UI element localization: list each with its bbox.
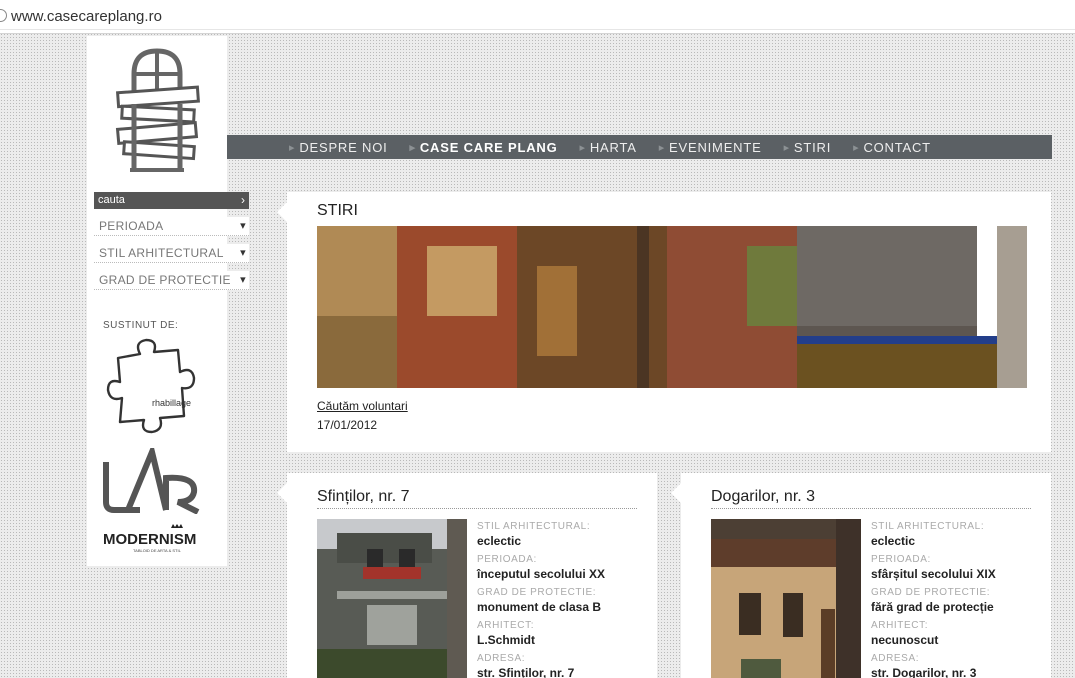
panel-tab-arrow: [671, 483, 681, 503]
browser-address-bar[interactable]: www.casecareplang.ro: [0, 0, 1075, 34]
spec-value: str. Sfinților, nr. 7: [477, 666, 575, 678]
nav-item-label: DESPRE NOI: [299, 139, 388, 155]
spec-value: str. Dogarilor, nr. 3: [871, 666, 977, 678]
svg-text:rhabillage: rhabillage: [152, 398, 191, 408]
spec-label: ARHITECT:: [871, 620, 929, 631]
spec-label: ARHITECT:: [477, 620, 535, 631]
nav-separator-icon: ▸: [409, 141, 416, 154]
rhabillage-logo[interactable]: rhabillage: [100, 336, 205, 446]
chevron-down-icon: ▾: [240, 274, 246, 286]
nav-separator-icon: ▸: [783, 141, 790, 154]
url-text[interactable]: www.casecareplang.ro: [11, 8, 162, 25]
filter-label: STIL ARHITECTURAL: [99, 246, 224, 260]
nav-item[interactable]: ▸ HARTA: [580, 140, 637, 155]
address-bar-divider: [0, 29, 1075, 30]
spec-label: PERIOADA:: [871, 554, 931, 565]
news-date: 17/01/2012: [317, 418, 378, 432]
spec-label: ADRESA:: [871, 653, 920, 664]
nav-item-label: EVENIMENTE: [669, 139, 762, 155]
spec-value: L.Schmidt: [477, 633, 536, 647]
spec-value: necunoscut: [871, 633, 939, 647]
house-photo[interactable]: [711, 519, 861, 678]
nav-separator-icon: ▸: [579, 141, 586, 154]
chevron-down-icon: ▾: [240, 220, 246, 232]
nav-item[interactable]: ▸ STIRI: [784, 140, 832, 155]
news-panel: STIRI Căutăm voluntari 17/01/2012: [277, 192, 1051, 452]
spec-label: GRAD DE PROTECTIE:: [871, 587, 991, 598]
filter-perioada[interactable]: PERIOADA ▾: [94, 217, 249, 236]
supported-by-label: SUSTINUT DE:: [103, 320, 179, 331]
spec-value: monument de clasa B: [477, 600, 602, 614]
globe-icon: [0, 9, 7, 22]
news-heading: STIRI: [317, 202, 358, 219]
nav-separator-icon: ▸: [853, 141, 860, 154]
uar-logo[interactable]: [100, 448, 205, 514]
house-card[interactable]: Dogarilor, nr. 3 STIL ARHITECTURAL: eclec…: [671, 473, 1051, 678]
nav-item-label: CONTACT: [863, 139, 931, 155]
house-photo[interactable]: [317, 519, 467, 678]
house-title[interactable]: Dogarilor, nr. 3: [711, 488, 1031, 509]
chevron-right-icon: ›: [241, 193, 245, 207]
nav-separator-icon: ▸: [289, 141, 296, 154]
chevron-down-icon: ▾: [240, 247, 246, 259]
side-menu: cauta › PERIOADA ▾ STIL ARHITECTURAL ▾ G…: [94, 192, 249, 290]
nav-separator-icon: ▸: [658, 141, 666, 154]
nav-item[interactable]: ▸ CASE CARE PLANG: [410, 140, 558, 155]
site-logo[interactable]: [112, 46, 202, 176]
nav-item-label: STIRI: [793, 139, 832, 155]
search-toggle[interactable]: cauta ›: [94, 192, 249, 209]
spec-value: începutul secolului XX: [477, 567, 606, 581]
search-label: cauta: [98, 194, 125, 206]
house-card[interactable]: Sfinților, nr. 7 STIL ARHITECTURAL: eclec…: [277, 473, 657, 678]
house-title[interactable]: Sfinților, nr. 7: [317, 488, 637, 509]
nav-item[interactable]: ▸ DESPRE NOI: [289, 140, 388, 155]
filter-grad-protectie[interactable]: GRAD DE PROTECTIE ▾: [94, 271, 249, 290]
panel-tab-arrow: [277, 483, 287, 503]
spec-label: PERIOADA:: [477, 554, 537, 565]
filter-label: PERIOADA: [99, 219, 164, 233]
spec-label: STIL ARHITECTURAL:: [871, 521, 985, 532]
house-specs: STIL ARHITECTURAL: eclectic PERIOADA: sfârș…: [871, 520, 1036, 678]
panel-tab-arrow: [277, 202, 287, 222]
spec-label: STIL ARHITECTURAL:: [477, 521, 591, 532]
svg-text:MODERNISM: MODERNISM: [103, 531, 196, 548]
news-photo[interactable]: [317, 226, 1027, 388]
nav-item[interactable]: ▸ EVENIMENTE: [659, 140, 762, 155]
nav-item-label: CASE CARE PLANG: [419, 139, 558, 155]
filter-label: GRAD DE PROTECTIE: [99, 273, 231, 287]
spec-value: eclectic: [477, 534, 522, 548]
news-article-link[interactable]: Căutăm voluntari: [317, 399, 408, 413]
main-nav: ▸ DESPRE NOI ▸ CASE CARE PLANG ▸ HARTA ▸ EVENIM…: [227, 135, 1052, 159]
spec-value: sfârșitul secolului XIX: [871, 567, 996, 581]
svg-text:TABLOID DE ARTA & STIL: TABLOID DE ARTA & STIL: [133, 548, 182, 553]
spec-value: fără grad de protecție: [871, 600, 994, 614]
spec-value: eclectic: [871, 534, 916, 548]
spec-label: ADRESA:: [477, 653, 526, 664]
spec-label: GRAD DE PROTECTIE:: [477, 587, 597, 598]
house-specs: STIL ARHITECTURAL: eclectic PERIOADA: încep…: [477, 520, 642, 678]
nav-item[interactable]: ▸ CONTACT: [853, 140, 931, 155]
modernism-logo[interactable]: MODERNISM TABLOID DE ARTA & STIL: [103, 522, 208, 554]
nav-item-label: HARTA: [589, 139, 637, 155]
filter-stil-arhitectural[interactable]: STIL ARHITECTURAL ▾: [94, 244, 249, 263]
